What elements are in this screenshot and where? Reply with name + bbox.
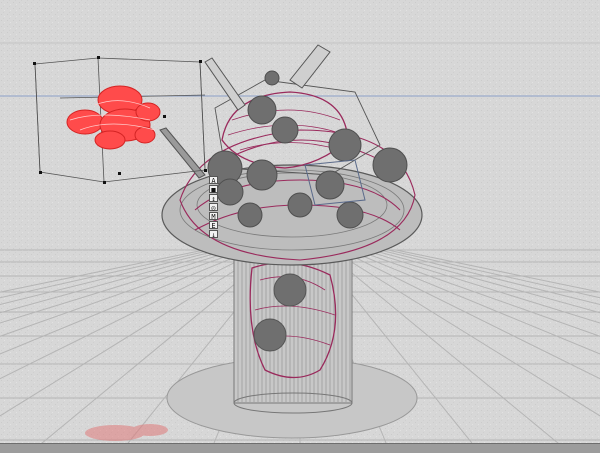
square-icon[interactable]: ■ — [209, 185, 218, 194]
3d-viewport[interactable]: A ■ ↕ ◎ M E ↓ — [0, 0, 600, 453]
stem-sphere-upper[interactable] — [273, 273, 307, 307]
viewport-bottom-bar — [0, 443, 600, 453]
mesh-m-icon[interactable]: M — [209, 212, 218, 221]
viewport-canvas[interactable] — [0, 0, 600, 453]
down-arrow-icon[interactable]: ↓ — [209, 230, 218, 239]
text-a-icon[interactable]: A — [209, 176, 218, 185]
move-icon[interactable]: ↕ — [209, 194, 218, 203]
target-icon[interactable]: ◎ — [209, 203, 218, 212]
edit-e-icon[interactable]: E — [209, 221, 218, 230]
object-mini-toolbar: A ■ ↕ ◎ M E ↓ — [209, 176, 219, 239]
stem-sphere-lower[interactable] — [253, 318, 287, 352]
